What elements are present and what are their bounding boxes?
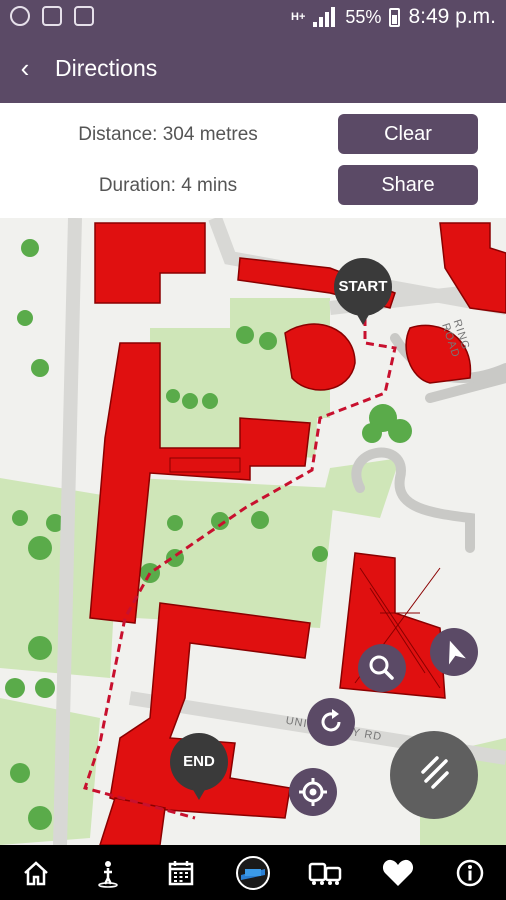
info-icon (456, 859, 484, 886)
home-icon (24, 860, 48, 885)
distance-text: Distance: 304 metres (78, 124, 258, 145)
compass-button[interactable] (430, 628, 478, 676)
start-marker[interactable]: START (334, 258, 392, 325)
nav-calendar[interactable] (145, 845, 217, 900)
search-button[interactable] (358, 644, 406, 692)
search-icon (369, 655, 394, 680)
transit-icon (309, 862, 342, 885)
clear-button[interactable]: Clear (338, 114, 478, 154)
share-button[interactable]: Share (338, 165, 478, 205)
heart-icon (382, 859, 413, 886)
route-info-panel: Distance: 304 metres Duration: 4 mins Cl… (0, 103, 506, 218)
nav-favorites[interactable] (361, 845, 433, 900)
nav-info[interactable] (434, 845, 506, 900)
status-bar: H+ 55% 8:49 p.m. (0, 0, 506, 33)
nav-transit[interactable] (289, 845, 361, 900)
image-icon (42, 6, 62, 26)
system-status: H+ 55% 8:49 p.m. (291, 5, 496, 29)
menu-button[interactable] (390, 731, 478, 819)
menu-icon (421, 756, 449, 789)
notification-icons (10, 6, 94, 26)
nav-bus-logo[interactable] (217, 845, 289, 900)
calendar-icon (168, 860, 193, 885)
bottom-navigation (0, 845, 506, 900)
refresh-icon (321, 709, 341, 732)
alarm-icon (10, 6, 30, 26)
navigation-arrow-icon (448, 640, 466, 665)
clock: 8:49 p.m. (408, 5, 496, 28)
voicemail-icon (74, 6, 94, 26)
signal-icon (313, 7, 337, 27)
refresh-button[interactable] (307, 698, 355, 746)
locate-button[interactable] (289, 768, 337, 816)
battery-icon (389, 7, 401, 27)
battery-percent: 55% (345, 6, 382, 27)
nav-home[interactable] (0, 845, 72, 900)
duration-text: Duration: 4 mins (98, 175, 238, 196)
back-arrow-icon[interactable]: ‹ (10, 53, 40, 83)
app-bar: ‹ Directions (0, 33, 506, 103)
page-title: Directions (55, 55, 158, 81)
end-marker[interactable]: END (170, 733, 228, 800)
bus-logo-icon (235, 855, 270, 890)
walking-person-icon (98, 860, 119, 888)
locate-icon (299, 778, 327, 806)
network-type: H+ (291, 11, 306, 23)
nav-walk[interactable] (72, 845, 144, 900)
